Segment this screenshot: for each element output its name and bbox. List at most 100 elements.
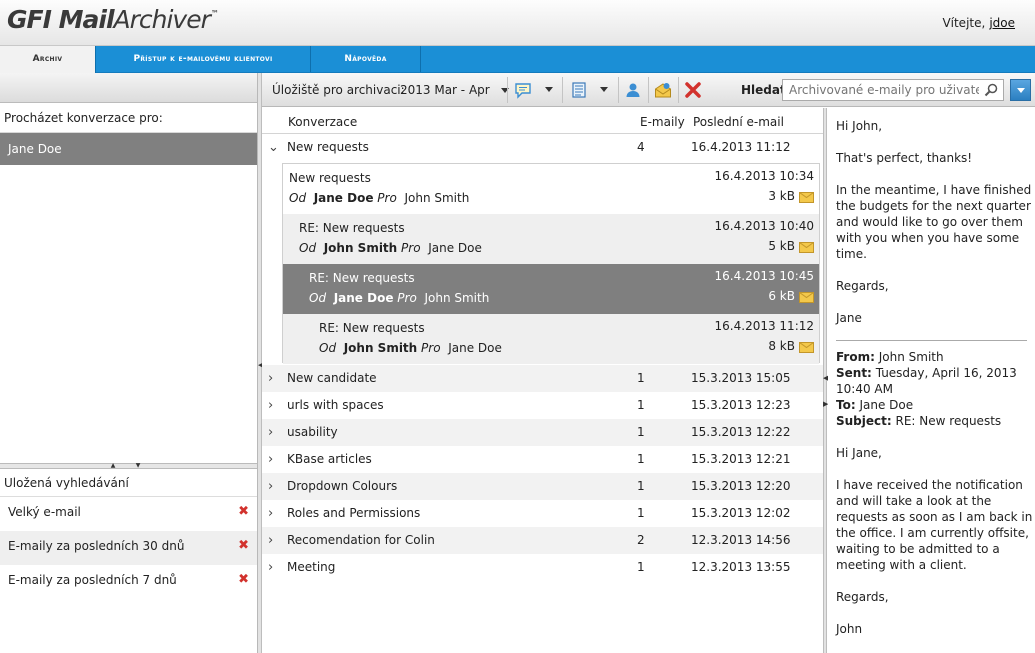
message-from-to: Od Jane Doe Pro John Smith (289, 191, 470, 205)
column-header-count[interactable]: E-maily (640, 115, 685, 129)
conversation-row[interactable]: › KBase articles 1 15.3.2013 12:21 (262, 446, 823, 473)
delete-icon[interactable]: ✖ (238, 531, 249, 561)
tab-archiv[interactable]: Archiv (0, 46, 96, 73)
saved-search-item[interactable]: E-maily za posledních 30 dnů ✖ (0, 531, 257, 565)
welcome-area: Vítejte, jdoe (942, 16, 1015, 30)
envelope-open-icon[interactable] (654, 81, 672, 99)
user-item-jane-doe[interactable]: Jane Doe (0, 133, 257, 165)
tab-help[interactable]: Nápověda (311, 46, 421, 72)
conversation-row[interactable]: › New candidate 1 15.3.2013 15:05 (262, 365, 823, 392)
chevron-right-icon[interactable]: › (268, 473, 273, 500)
browse-label: Procházet konverzace pro: (0, 103, 257, 133)
quoted-header: From: John Smith Sent: Tuesday, April 16… (836, 350, 1017, 428)
conversation-count: 1 (637, 371, 645, 385)
message-date: 16.4.2013 10:40 (714, 219, 814, 233)
collapse-down-icon[interactable]: ▼ (132, 463, 144, 469)
app-window: { "header": { "logo_gfi": "GFI", "logo_p… (0, 0, 1035, 653)
search-input[interactable] (783, 80, 979, 100)
conversation-name: usability (287, 425, 338, 439)
conversation-row[interactable]: › Dropdown Colours 1 15.3.2013 12:20 (262, 473, 823, 500)
message-size: 3 kB (768, 189, 795, 203)
preview-paragraph: In the meantime, I have finished the bud… (836, 183, 1032, 261)
quoted-signature: John (836, 622, 863, 636)
thread-message[interactable]: RE: New requests Od John Smith Pro Jane … (283, 314, 819, 364)
left-pane: Procházet konverzace pro: Jane Doe ▲ ▼ U… (0, 73, 258, 653)
conversation-date: 15.3.2013 12:23 (691, 398, 791, 412)
conversation-count: 1 (637, 398, 645, 412)
saved-searches-list: Velký e-mail ✖ E-maily za posledních 30 … (0, 497, 257, 599)
delete-icon[interactable] (684, 81, 702, 99)
list-view-dropdown-icon[interactable] (600, 87, 608, 92)
message-size: 6 kB (768, 289, 795, 303)
conversation-row[interactable]: › Meeting 1 12.3.2013 13:55 (262, 554, 823, 581)
message-subject: RE: New requests (319, 321, 425, 335)
comment-dropdown-icon[interactable] (545, 87, 553, 92)
username-link[interactable]: jdoe (989, 16, 1015, 30)
conversation-count: 4 (637, 140, 645, 154)
conversation-count: 1 (637, 560, 645, 574)
column-header-last-email[interactable]: Poslední e-mail (693, 115, 784, 129)
thread-messages: New requests Od Jane Doe Pro John Smith … (282, 163, 820, 364)
conversation-count: 1 (637, 452, 645, 466)
conversation-row[interactable]: › Recomendation for Colin 2 12.3.2013 14:56 (262, 527, 823, 554)
chevron-right-icon[interactable]: › (268, 365, 273, 392)
conversation-row[interactable]: › usability 1 15.3.2013 12:22 (262, 419, 823, 446)
conversation-row[interactable]: › urls with spaces 1 15.3.2013 12:23 (262, 392, 823, 419)
main-tabs: Archiv Přístup k e-mailovému klientovi N… (0, 46, 1035, 73)
quoted-greeting: Hi Jane, (836, 446, 882, 460)
chevron-right-icon[interactable]: › (268, 527, 273, 554)
saved-search-label: E-maily za posledních 7 dnů (8, 573, 177, 587)
search-dropdown-button[interactable] (1010, 79, 1031, 101)
envelope-icon (799, 342, 814, 353)
welcome-label: Vítejte, (942, 16, 986, 30)
conversation-row-expanded[interactable]: ⌄ New requests 4 16.4.2013 11:12 (262, 134, 823, 161)
saved-search-item[interactable]: Velký e-mail ✖ (0, 497, 257, 531)
message-from-to: Od John Smith Pro Jane Doe (299, 241, 482, 255)
message-date: 16.4.2013 10:34 (714, 169, 814, 183)
preview-greeting: Hi John, (836, 119, 883, 133)
message-size: 8 kB (768, 339, 795, 353)
comment-icon[interactable] (514, 81, 532, 99)
quote-divider (836, 340, 1027, 341)
delete-icon[interactable]: ✖ (238, 497, 249, 527)
tab-client-access[interactable]: Přístup k e-mailovému klientovi (96, 46, 311, 72)
chevron-right-icon[interactable]: › (268, 554, 273, 581)
saved-searches-title: Uložená vyhledávání (0, 469, 257, 497)
conversation-count: 2 (637, 533, 645, 547)
chevron-right-icon[interactable]: › (268, 500, 273, 527)
envelope-icon (799, 242, 814, 253)
column-header-conversation[interactable]: Konverzace (288, 115, 357, 129)
conversation-name: Meeting (287, 560, 336, 574)
message-size: 5 kB (768, 239, 795, 253)
storage-select[interactable]: 2013 Mar - Apr (400, 83, 510, 97)
delete-icon[interactable]: ✖ (238, 565, 249, 595)
conversation-date: 16.4.2013 11:12 (691, 140, 791, 154)
quoted-regards: Regards, (836, 590, 889, 604)
saved-search-label: Velký e-mail (8, 505, 81, 519)
chevron-right-icon[interactable]: › (268, 419, 273, 446)
conversation-date: 15.3.2013 12:20 (691, 479, 791, 493)
saved-search-label: E-maily za posledních 30 dnů (8, 539, 185, 553)
conversation-date: 12.3.2013 14:56 (691, 533, 791, 547)
chevron-right-icon[interactable]: › (268, 392, 273, 419)
message-date: 16.4.2013 10:45 (714, 269, 814, 283)
collapse-up-icon[interactable]: ▲ (107, 463, 119, 469)
chevron-down-icon[interactable]: ⌄ (268, 134, 279, 161)
thread-message[interactable]: New requests Od Jane Doe Pro John Smith … (283, 164, 819, 214)
chevron-right-icon[interactable]: › (268, 446, 273, 473)
envelope-icon (799, 292, 814, 303)
saved-search-item[interactable]: E-maily za posledních 7 dnů ✖ (0, 565, 257, 599)
archive-toolbar: Úložiště pro archivaci: 2013 Mar - Apr H… (262, 73, 1035, 107)
conversation-name: urls with spaces (287, 398, 384, 412)
conversation-name: Dropdown Colours (287, 479, 398, 493)
envelope-icon (799, 192, 814, 203)
left-pane-toolbar (0, 73, 257, 103)
conversation-list-header: Konverzace E-maily Poslední e-mail (262, 108, 823, 134)
thread-message-selected[interactable]: RE: New requests Od Jane Doe Pro John Sm… (283, 264, 819, 314)
right-splitter[interactable]: ◀ ▶ (823, 108, 828, 653)
user-icon[interactable] (624, 81, 642, 99)
search-icon[interactable] (984, 83, 998, 97)
list-view-icon[interactable] (570, 81, 588, 99)
conversation-row[interactable]: › Roles and Permissions 1 15.3.2013 12:02 (262, 500, 823, 527)
thread-message[interactable]: RE: New requests Od John Smith Pro Jane … (283, 214, 819, 264)
